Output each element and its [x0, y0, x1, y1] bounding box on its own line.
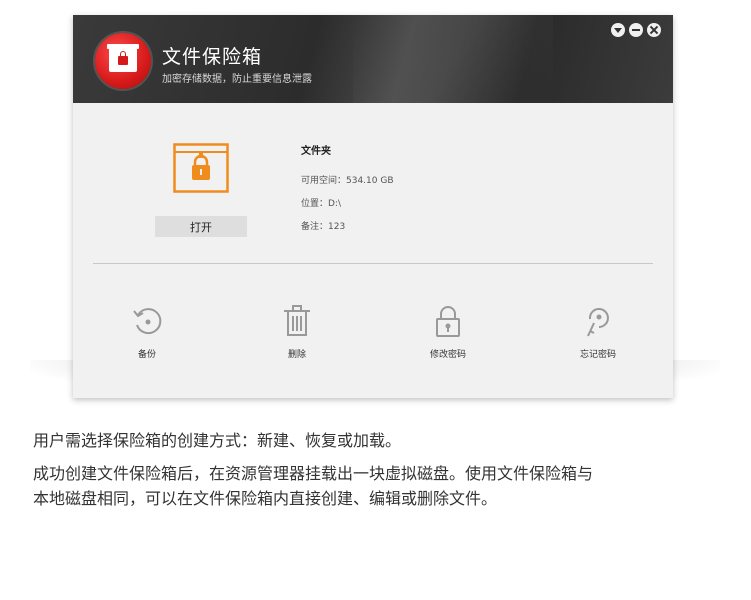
- window-header: 文件保险箱 加密存储数据，防止重要信息泄露: [73, 15, 673, 103]
- divider: [93, 263, 653, 264]
- file-vault-window: 文件保险箱 加密存储数据，防止重要信息泄露 打开 文件夹 可用空间：534.10…: [73, 15, 673, 398]
- delete-button[interactable]: 删除: [257, 303, 337, 360]
- change-password-label: 修改密码: [429, 350, 466, 360]
- app-title: 文件保险箱: [162, 46, 263, 68]
- delete-label: 删除: [287, 350, 306, 360]
- backup-icon: [133, 308, 162, 335]
- description-line-3: 本地磁盘相同，可以在文件保险箱内直接创建、编辑或删除文件。: [33, 489, 498, 508]
- minimize-icon[interactable]: [629, 23, 643, 37]
- app-subtitle: 加密存储数据，防止重要信息泄露: [162, 74, 312, 85]
- forgot-password-button[interactable]: 忘记密码: [558, 303, 638, 360]
- forgot-password-label: 忘记密码: [579, 350, 616, 360]
- vault-note: 备注：123: [301, 222, 346, 232]
- lock-icon: [436, 306, 460, 337]
- description-line-2: 成功创建文件保险箱后，在资源管理器挂载出一块虚拟磁盘。使用文件保险箱与: [33, 464, 594, 483]
- description-line-1: 用户需选择保险箱的创建方式：新建、恢复或加载。: [33, 431, 402, 450]
- open-button[interactable]: 打开: [155, 216, 247, 237]
- vault-lock-icon: [173, 143, 229, 193]
- free-space: 可用空间：534.10 GB: [301, 176, 394, 186]
- close-icon[interactable]: [647, 23, 661, 37]
- vault-location: 位置：D:\: [301, 199, 341, 209]
- menu-dropdown-icon[interactable]: [611, 23, 625, 37]
- safe-logo-icon: [95, 33, 151, 89]
- change-password-button[interactable]: 修改密码: [408, 303, 488, 360]
- vault-name: 文件夹: [301, 146, 331, 157]
- trash-icon: [284, 305, 310, 336]
- backup-button[interactable]: 备份: [107, 303, 187, 360]
- key-icon: [587, 308, 609, 337]
- backup-label: 备份: [137, 350, 156, 360]
- window-controls: [611, 23, 661, 37]
